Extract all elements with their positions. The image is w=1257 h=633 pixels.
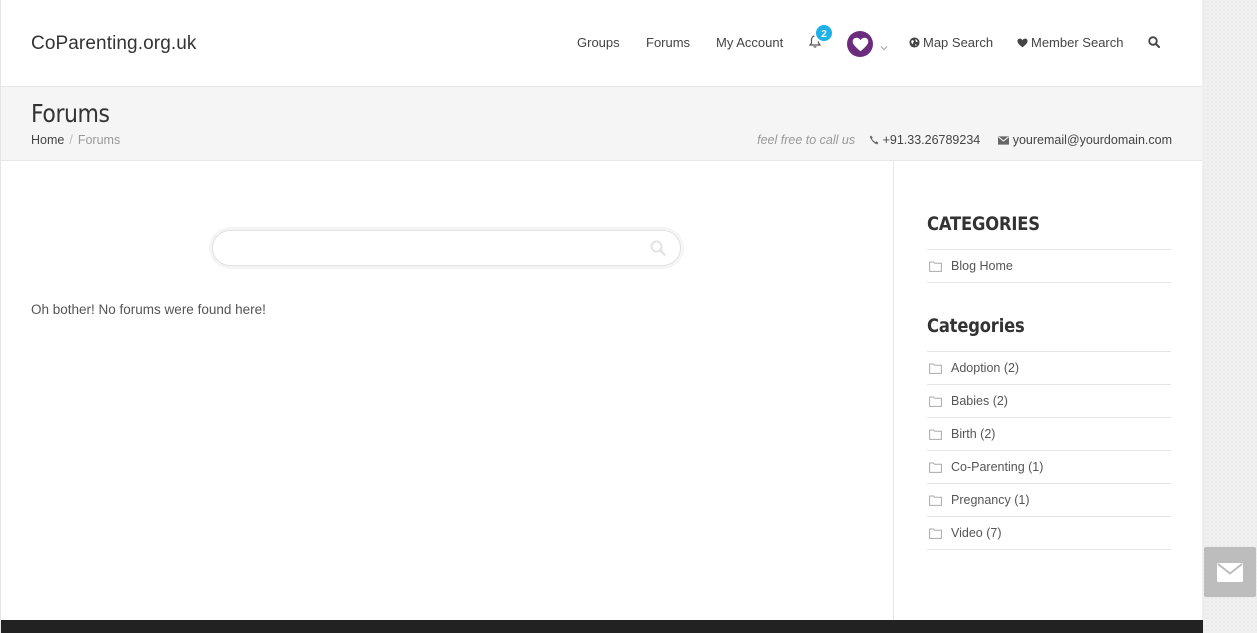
contact-phone-number: +91.33.26789234 xyxy=(882,133,981,147)
contact-email[interactable]: youremail@yourdomain.com xyxy=(997,133,1172,147)
user-avatar[interactable] xyxy=(847,31,873,57)
folder-icon xyxy=(929,462,942,473)
folder-icon xyxy=(929,363,942,374)
sidebar-item-label: Birth (2) xyxy=(951,427,996,441)
sidebar-item-label: Co-Parenting (1) xyxy=(951,460,1044,474)
sidebar-list-blog: Blog Home xyxy=(927,249,1171,283)
contact-tagline: feel free to call us xyxy=(757,133,856,147)
site-logo[interactable]: CoParenting.org.uk xyxy=(31,33,197,55)
main-content: Oh bother! No forums were found here! xyxy=(1,161,894,620)
sidebar-item-adoption[interactable]: Adoption (2) xyxy=(927,352,1171,385)
sidebar-item-babies[interactable]: Babies (2) xyxy=(927,385,1171,418)
sidebar-item-label: Blog Home xyxy=(951,259,1013,273)
nav-my-account[interactable]: My Account xyxy=(716,35,783,50)
sidebar-item-birth[interactable]: Birth (2) xyxy=(927,418,1171,451)
page-title-bar: Forums Home / Forums feel free to call us … xyxy=(1,87,1202,161)
heart-icon xyxy=(852,37,868,51)
sidebar-item-blog-home[interactable]: Blog Home xyxy=(927,250,1171,283)
folder-icon xyxy=(929,528,942,539)
empty-forums-message: Oh bother! No forums were found here! xyxy=(31,302,266,317)
sidebar-item-video[interactable]: Video (7) xyxy=(927,517,1171,550)
nav-map-search[interactable]: Map Search xyxy=(909,35,993,50)
breadcrumb-home[interactable]: Home xyxy=(31,133,64,147)
sidebar-item-label: Adoption (2) xyxy=(951,361,1020,375)
forum-search-input[interactable] xyxy=(213,231,680,265)
globe-icon xyxy=(909,37,920,48)
folder-icon xyxy=(929,495,942,506)
folder-icon xyxy=(929,429,942,440)
search-icon[interactable] xyxy=(1148,35,1163,50)
sidebar-item-co-parenting[interactable]: Co-Parenting (1) xyxy=(927,451,1171,484)
envelope-icon xyxy=(997,136,1009,145)
sidebar-item-label: Video (7) xyxy=(951,526,1002,540)
phone-icon xyxy=(869,135,878,145)
page-background xyxy=(1202,0,1257,633)
folder-icon xyxy=(929,396,942,407)
site-header: CoParenting.org.uk Groups Forums My Acco… xyxy=(1,0,1202,87)
heart-icon xyxy=(1017,38,1028,48)
sidebar-item-label: Pregnancy (1) xyxy=(951,493,1030,507)
folder-icon xyxy=(929,261,942,272)
nav-member-search-label: Member Search xyxy=(1031,35,1124,50)
sidebar-item-label: Babies (2) xyxy=(951,394,1008,408)
breadcrumb: Home / Forums xyxy=(31,133,120,147)
nav-member-search[interactable]: Member Search xyxy=(1017,35,1123,50)
search-icon[interactable] xyxy=(650,240,666,261)
page: CoParenting.org.uk Groups Forums My Acco… xyxy=(0,0,1203,633)
nav-groups[interactable]: Groups xyxy=(577,35,620,50)
sidebar-title-categories: Categories xyxy=(927,315,1025,337)
sidebar-list-categories: Adoption (2) Babies (2) Birth (2) Co-Par… xyxy=(927,351,1171,550)
page-title: Forums xyxy=(31,99,110,128)
breadcrumb-current: Forums xyxy=(77,133,121,147)
contact-email-address: youremail@yourdomain.com xyxy=(1012,133,1172,147)
contact-info: feel free to call us +91.33.26789234 you… xyxy=(757,133,1172,147)
envelope-icon xyxy=(1217,562,1243,582)
nav-forums[interactable]: Forums xyxy=(646,35,690,50)
notification-badge[interactable]: 2 xyxy=(814,23,834,43)
contact-phone: +91.33.26789234 xyxy=(869,133,984,147)
site-footer xyxy=(1,620,1203,633)
sidebar-item-pregnancy[interactable]: Pregnancy (1) xyxy=(927,484,1171,517)
forum-search xyxy=(212,230,681,266)
chevron-down-icon[interactable] xyxy=(880,38,888,56)
breadcrumb-separator: / xyxy=(69,133,73,147)
contact-float-button[interactable] xyxy=(1204,547,1256,597)
nav-map-search-label: Map Search xyxy=(923,35,994,50)
sidebar-title-categories-upper: CATEGORIES xyxy=(927,213,1040,235)
